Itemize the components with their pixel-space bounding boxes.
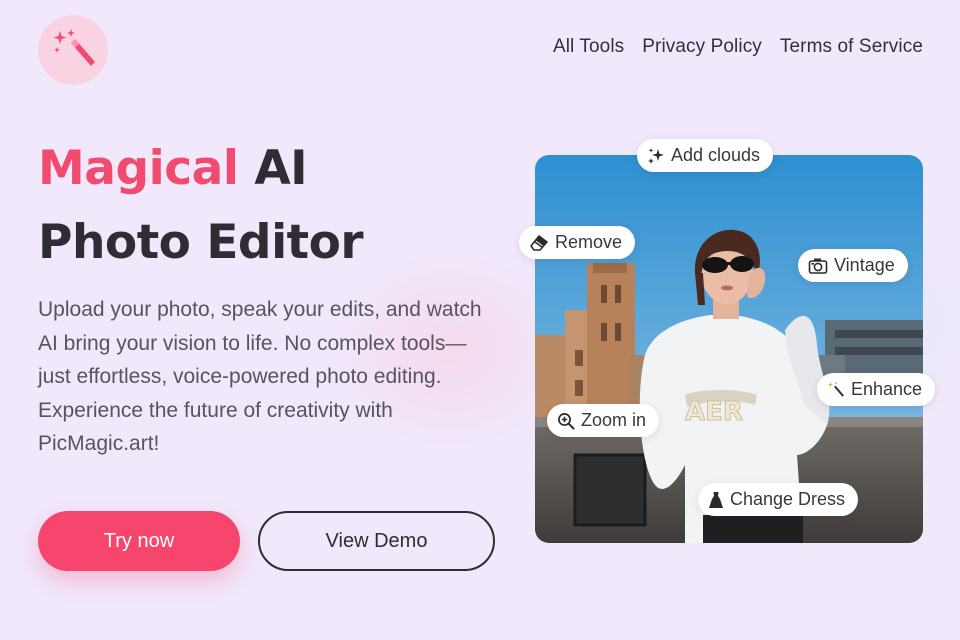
camera-icon [808, 258, 828, 274]
nav-terms-of-service[interactable]: Terms of Service [780, 36, 923, 58]
zoom-in-icon [558, 412, 575, 429]
chip-change-dress[interactable]: Change Dress [698, 483, 859, 516]
chip-add-clouds[interactable]: Add clouds [637, 139, 774, 172]
eraser-icon [530, 234, 548, 251]
dress-icon [709, 491, 723, 508]
chip-add-clouds-label: Add clouds [671, 145, 761, 165]
svg-text:AER: AER [685, 397, 743, 427]
sparkles-icon [648, 147, 664, 164]
hero-title: Magical AI Photo Editor [38, 132, 364, 280]
chip-zoom-in[interactable]: Zoom in [547, 404, 660, 437]
logo[interactable] [38, 15, 108, 85]
chip-enhance[interactable]: Enhance [817, 373, 936, 406]
chip-change-dress-label: Change Dress [730, 489, 846, 509]
try-now-button[interactable]: Try now [38, 511, 240, 571]
hero-title-accent: Magical [38, 141, 239, 196]
hero-title-rest: AI [254, 141, 308, 196]
nav-privacy-policy[interactable]: Privacy Policy [642, 36, 762, 58]
view-demo-button[interactable]: View Demo [258, 511, 495, 571]
chip-vintage[interactable]: Vintage [798, 249, 908, 282]
chip-vintage-label: Vintage [834, 255, 895, 275]
hero-description: Upload your photo, speak your edits, and… [38, 298, 482, 455]
magic-wand-icon [828, 381, 844, 397]
chip-remove-label: Remove [555, 232, 623, 252]
nav-all-tools[interactable]: All Tools [553, 36, 624, 58]
magic-wand-icon [53, 29, 95, 66]
hero-title-line2: Photo Editor [38, 215, 364, 270]
top-nav: All Tools Privacy Policy Terms of Servic… [553, 36, 923, 58]
chip-enhance-label: Enhance [851, 379, 923, 399]
chip-remove[interactable]: Remove [519, 226, 636, 259]
chip-zoom-in-label: Zoom in [581, 410, 647, 430]
